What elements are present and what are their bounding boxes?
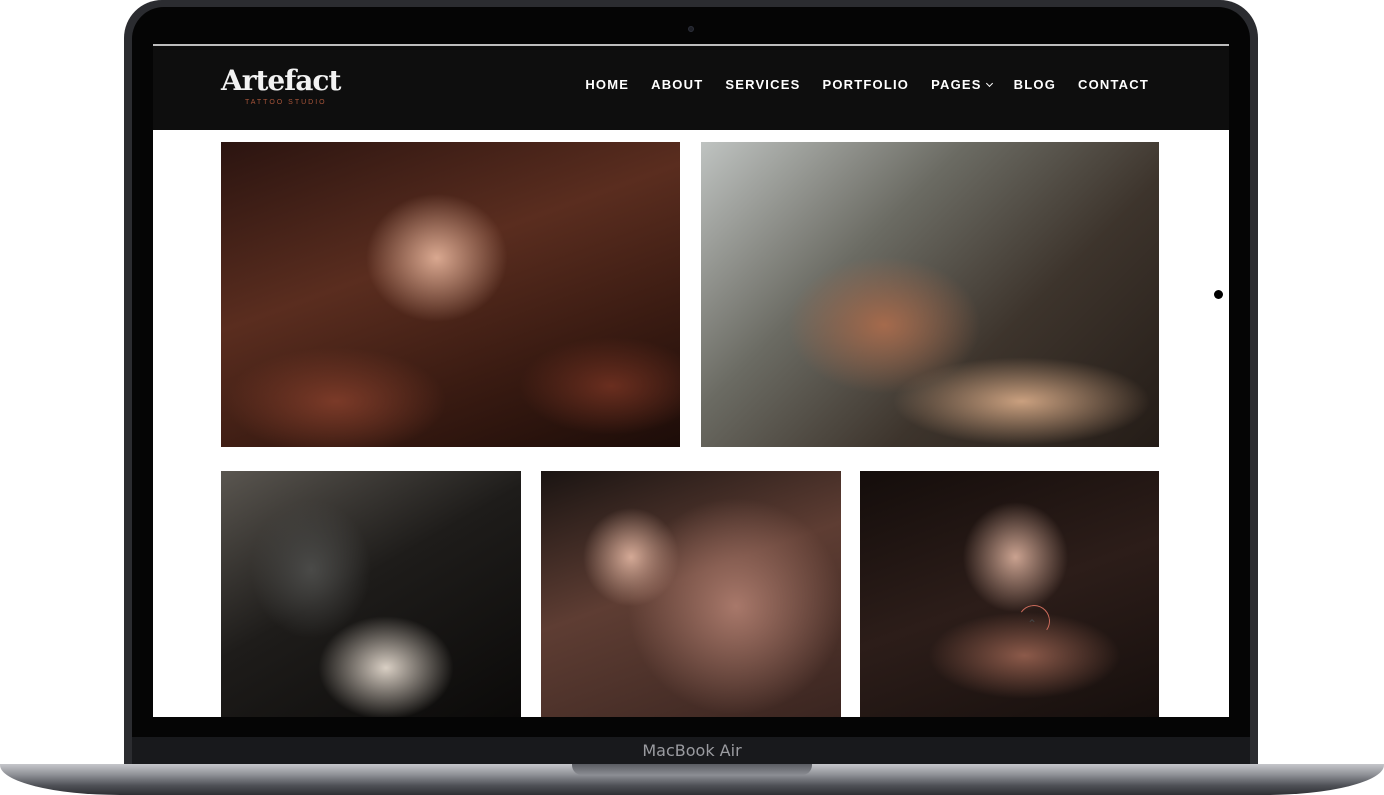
- side-indicator-dot: [1214, 290, 1223, 299]
- nav-item-portfolio[interactable]: PORTFOLIO: [822, 77, 909, 92]
- screen: Artefact TATTOO STUDIO HOME ABOUT SERVIC…: [153, 44, 1229, 717]
- main-nav: HOME ABOUT SERVICES PORTFOLIO PAGES BLOG…: [585, 77, 1149, 92]
- gallery-image-tattooed-man-portrait[interactable]: [860, 471, 1159, 717]
- gallery-image-woman-tattooed-arm[interactable]: [221, 142, 680, 447]
- site-logo[interactable]: Artefact TATTOO STUDIO: [221, 64, 341, 112]
- nav-item-about[interactable]: ABOUT: [651, 77, 703, 92]
- logo-tagline: TATTOO STUDIO: [245, 99, 327, 106]
- camera-icon: [688, 26, 694, 32]
- chevron-down-icon: [985, 79, 993, 87]
- nav-item-pages-label: PAGES: [931, 77, 982, 92]
- chevron-up-icon: ⌃: [1026, 617, 1038, 631]
- nav-item-services[interactable]: SERVICES: [725, 77, 800, 92]
- site-header: Artefact TATTOO STUDIO HOME ABOUT SERVIC…: [153, 46, 1229, 130]
- laptop-hinge-notch: [572, 764, 812, 775]
- nav-item-pages[interactable]: PAGES: [931, 77, 993, 92]
- gallery-image-back-tattoo[interactable]: [541, 471, 841, 717]
- logo-wordmark: Artefact: [221, 64, 341, 97]
- nav-item-blog[interactable]: BLOG: [1014, 77, 1056, 92]
- nav-item-contact[interactable]: CONTACT: [1078, 77, 1149, 92]
- device-brand-label: MacBook Air: [642, 741, 742, 760]
- gallery-image-tattoo-machine-arm[interactable]: [701, 142, 1159, 447]
- gallery-image-tattoo-machine-closeup[interactable]: [221, 471, 521, 717]
- nav-item-home[interactable]: HOME: [585, 77, 629, 92]
